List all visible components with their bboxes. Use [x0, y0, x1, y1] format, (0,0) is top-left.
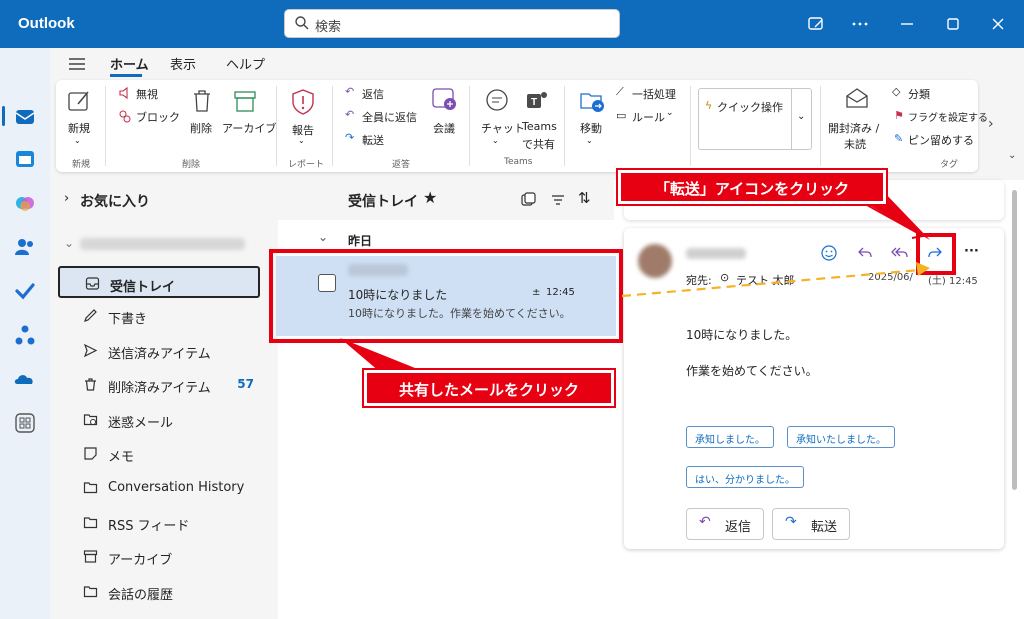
- link-dashed-arrow: [621, 268, 921, 298]
- mail-callout: 共有したメールをクリック: [362, 368, 616, 408]
- mail-callout-pointer: [340, 338, 420, 372]
- forward-callout: 「転送」アイコンをクリック: [616, 168, 888, 206]
- dashed-arrow-head: [916, 262, 930, 276]
- annotation-arrows: [340, 188, 930, 372]
